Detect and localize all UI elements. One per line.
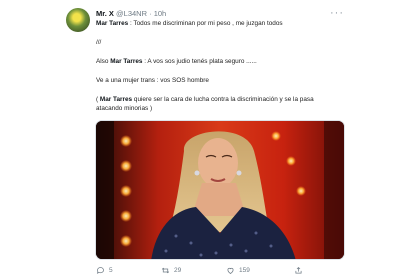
line-text: : A vos sos judio tenés plata seguro ...… [142,58,257,65]
user-handle[interactable]: @L34NR [116,9,147,18]
line-text: atacando minorias ) [96,105,153,112]
avatar[interactable] [66,8,90,32]
tweet-line: atacando minorias ) [96,105,152,113]
tweet-photo[interactable] [95,120,345,260]
heart-icon [227,267,234,274]
tweet-line: Mar Tarres : Todos me discriminan por mi… [96,20,283,28]
reply-button[interactable]: 5 [96,264,113,276]
retweet-icon [161,267,170,273]
reply-count: 5 [109,266,113,274]
share-button[interactable] [294,264,303,276]
header-separator: · [149,9,152,18]
line-text: : Todos me discriminan por mi peso , me … [128,20,283,27]
tweet-line: ( Mar Tarres quiere ser la cara de lucha… [96,96,314,104]
display-name[interactable]: Mr. X [96,9,114,18]
more-dots-icon[interactable]: ··· [330,8,344,19]
line-text: Also [96,58,111,65]
like-count: 159 [239,266,250,274]
retweet-button[interactable]: 29 [161,264,181,276]
tweet-timestamp[interactable]: 10h [154,9,167,18]
like-button[interactable]: 159 [226,264,250,276]
stage-photo [96,121,344,259]
retweet-count: 29 [174,266,182,274]
line-text: Ve a una mujer trans : vos SOS hombre [96,77,209,84]
tweet-line: Ve a una mujer trans : vos SOS hombre [96,77,209,85]
line-text: /// [96,39,102,46]
tweet-line: /// [96,39,101,47]
line-text: quiere ser la cara de lucha contra la di… [132,96,314,103]
share-icon [295,266,302,273]
reply-icon [96,266,104,274]
mention-name: Mar Tarres [96,20,129,27]
mention-name: Mar Tarres [110,58,143,65]
tweet-card[interactable]: Mr. X @L34NR · 10h ··· Mar Tarres : Todo… [0,0,420,280]
tweet-actions: 5 29 159 [96,264,346,276]
mention-name: Mar Tarres [99,96,133,103]
tweet-line: Also Mar Tarres : A vos sos judio tenés … [96,58,257,66]
tweet-header: Mr. X @L34NR · 10h [96,9,166,18]
